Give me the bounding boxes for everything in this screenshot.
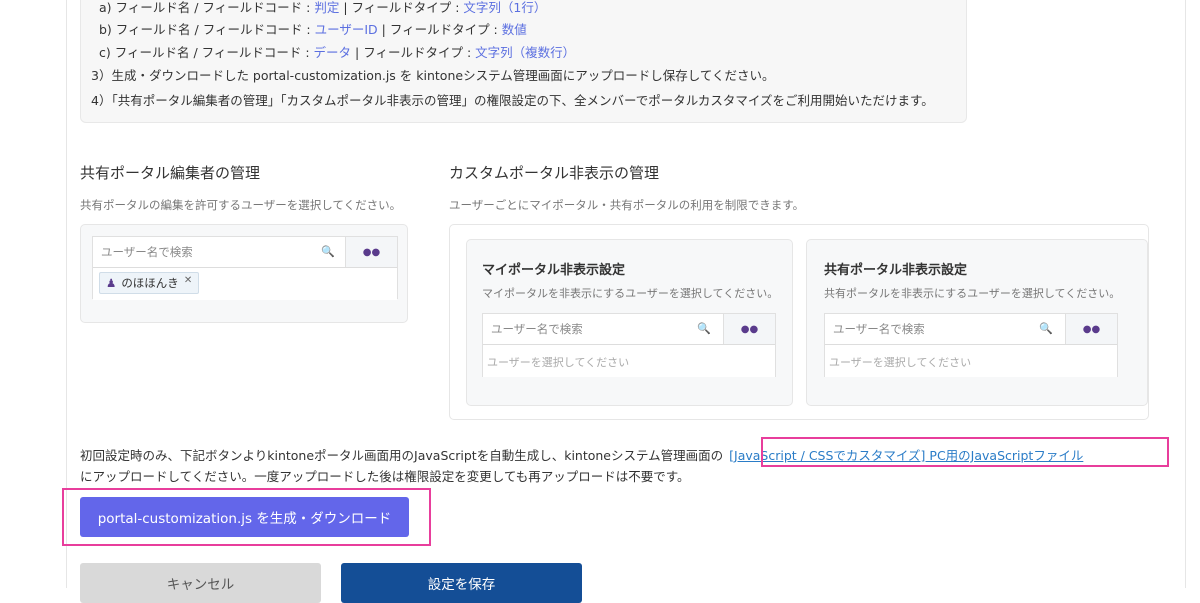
user-name: のほほんき (121, 276, 179, 290)
label: | フィールドタイプ : (339, 0, 464, 15)
user-tag: ♟ のほほんき ✕ (99, 272, 200, 294)
save-button[interactable]: 設定を保存 (341, 563, 582, 603)
selected-users: ♟ のほほんき ✕ (93, 267, 397, 300)
label: a) フィールド名 / フィールドコード : (99, 0, 315, 15)
group-select-button[interactable]: ●● (345, 237, 397, 267)
field-code: データ (313, 45, 352, 60)
group-select-button[interactable]: ●● (1065, 314, 1117, 344)
instruction-step4: 4）「共有ポータル編集者の管理」「カスタムポータル非表示の管理」の権限設定の下、… (91, 93, 934, 108)
link-highlight (761, 437, 1169, 467)
hide-panel: マイポータル非表示設定 マイポータルを非表示にするユーザーを選択してください。 … (449, 224, 1149, 420)
shared-portal-user-picker: ユーザー名で検索 🔍 ●● ユーザーを選択してください (824, 313, 1118, 377)
field-code: 判定 (314, 0, 340, 15)
remove-icon[interactable]: ✕ (184, 275, 192, 286)
editors-panel: ユーザー名で検索 🔍 ●● ♟ のほほんき ✕ (80, 224, 408, 323)
search-icon[interactable]: 🔍 (697, 322, 711, 335)
hide-desc: ユーザーごとにマイポータル・共有ポータルの利用を制限できます。 (449, 198, 805, 212)
field-type: 文字列（複数行） (475, 45, 576, 60)
field-code: ユーザーID (314, 22, 378, 37)
instruction-c: c) フィールド名 / フィールドコード : データ | フィールドタイプ : … (99, 42, 575, 61)
label: | フィールドタイプ : (377, 22, 502, 37)
search-icon[interactable]: 🔍 (321, 245, 335, 258)
instruction-step3: 3）生成・ダウンロードした portal-customization.js を … (91, 68, 775, 83)
shared-portal-empty: ユーザーを選択してください (825, 344, 1117, 377)
instruction-a: a) フィールド名 / フィールドコード : 判定 | フィールドタイプ : 文… (99, 0, 546, 16)
label: | フィールドタイプ : (351, 45, 476, 60)
field-type: 数値 (501, 22, 527, 37)
shared-portal-panel: 共有ポータル非表示設定 共有ポータルを非表示にするユーザーを選択してください。 … (806, 239, 1148, 406)
editors-search-input[interactable]: ユーザー名で検索 (93, 237, 345, 267)
label: c) フィールド名 / フィールドコード : (99, 45, 314, 60)
instruction-b: b) フィールド名 / フィールドコード : ユーザーID | フィールドタイプ… (99, 19, 527, 38)
user-icon: ♟ (106, 276, 117, 290)
my-portal-empty: ユーザーを選択してください (483, 344, 775, 377)
note-text: 初回設定時のみ、下記ボタンよりkintoneポータル画面用のJavaScript… (80, 448, 724, 463)
editors-desc: 共有ポータルの編集を許可するユーザーを選択してください。 (80, 198, 402, 212)
instructions-box: a) フィールド名 / フィールドコード : 判定 | フィールドタイプ : 文… (80, 0, 967, 123)
shared-portal-search-input[interactable]: ユーザー名で検索 (825, 314, 1065, 344)
my-portal-panel: マイポータル非表示設定 マイポータルを非表示にするユーザーを選択してください。 … (466, 239, 793, 406)
shared-portal-title: 共有ポータル非表示設定 (824, 263, 968, 278)
editors-user-picker: ユーザー名で検索 🔍 ●● ♟ のほほんき ✕ (92, 236, 398, 300)
cancel-button[interactable]: キャンセル (80, 563, 321, 603)
users-icon: ●● (1082, 323, 1101, 335)
hide-title: カスタムポータル非表示の管理 (449, 164, 660, 182)
users-icon: ●● (362, 246, 381, 258)
users-icon: ●● (740, 323, 759, 335)
editors-title: 共有ポータル編集者の管理 (80, 164, 261, 182)
group-select-button[interactable]: ●● (723, 314, 775, 344)
my-portal-user-picker: ユーザー名で検索 🔍 ●● ユーザーを選択してください (482, 313, 776, 377)
label: b) フィールド名 / フィールドコード : (99, 22, 315, 37)
my-portal-desc: マイポータルを非表示にするユーザーを選択してください。 (482, 287, 779, 300)
note-line2: にアップロードしてください。一度アップロードした後は権限設定を変更しても再アップ… (80, 469, 690, 484)
generate-download-button[interactable]: portal-customization.js を生成・ダウンロード (80, 497, 409, 537)
field-type: 文字列（1行） (463, 0, 547, 15)
my-portal-search-input[interactable]: ユーザー名で検索 (483, 314, 723, 344)
my-portal-title: マイポータル非表示設定 (482, 263, 626, 278)
search-icon[interactable]: 🔍 (1039, 322, 1053, 335)
shared-portal-desc: 共有ポータルを非表示にするユーザーを選択してください。 (824, 287, 1121, 300)
